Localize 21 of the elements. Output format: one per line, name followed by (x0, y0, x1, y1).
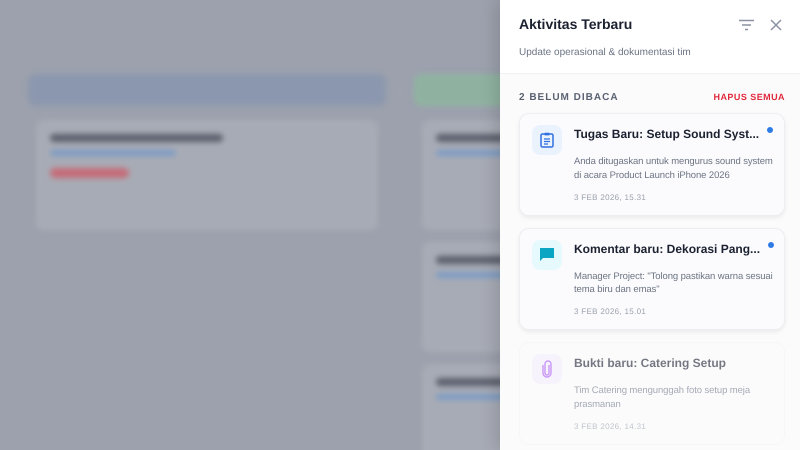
notification-text: Anda ditugaskan untuk mengurus sound system di acara Product Launch iPhone 2026 (574, 155, 774, 183)
notification-time: 3 FEB 2026, 14.31 (574, 420, 648, 433)
paperclip-icon (542, 360, 552, 378)
filter-button[interactable] (739, 18, 754, 30)
panel-subtitle: Update operasional & dokumentasi tim (519, 46, 692, 60)
notification-title: Bukti baru: Catering Setup (574, 355, 726, 372)
notification-title: Komentar baru: Dekorasi Pang... (574, 240, 760, 258)
chat-bubble-icon (539, 246, 555, 263)
close-button[interactable] (770, 18, 782, 30)
notification-text: Manager Project: "Tolong pastikan warna sesuai tema biru dan emas" (574, 270, 774, 298)
notification-time: 3 FEB 2026, 15.31 (574, 192, 648, 204)
notification-card[interactable]: Bukti baru: Catering Setup Tim Catering mengunggah foto setup meja prasmanan 3 FEB 2026, 14.31 (519, 342, 785, 445)
notification-title: Tugas Baru: Setup Sound Syst... (574, 126, 760, 143)
unread-count: 2 BELUM DIBACA (519, 91, 619, 105)
clear-all-link[interactable]: HAPUS SEMUA (714, 90, 785, 104)
notification-card[interactable]: Tugas Baru: Setup Sound Syst... Anda ditugaskan untuk mengurus sound system di acara Product Launch iPhone 2026 3 FEB 2026, 15.31 (519, 113, 785, 216)
clipboard-icon (540, 132, 554, 148)
panel-title: Aktivitas Terbaru (519, 15, 634, 34)
notification-time: 3 FEB 2026, 15.01 (574, 306, 648, 318)
notification-text: Tim Catering mengunggah foto setup meja prasmanan (574, 384, 752, 412)
notification-card[interactable]: Komentar baru: Dekorasi Pang... Manager Project: "Tolong pastikan warna sesuai tema biru dan emas" 3 FEB 2026, 15.01 (519, 228, 785, 330)
